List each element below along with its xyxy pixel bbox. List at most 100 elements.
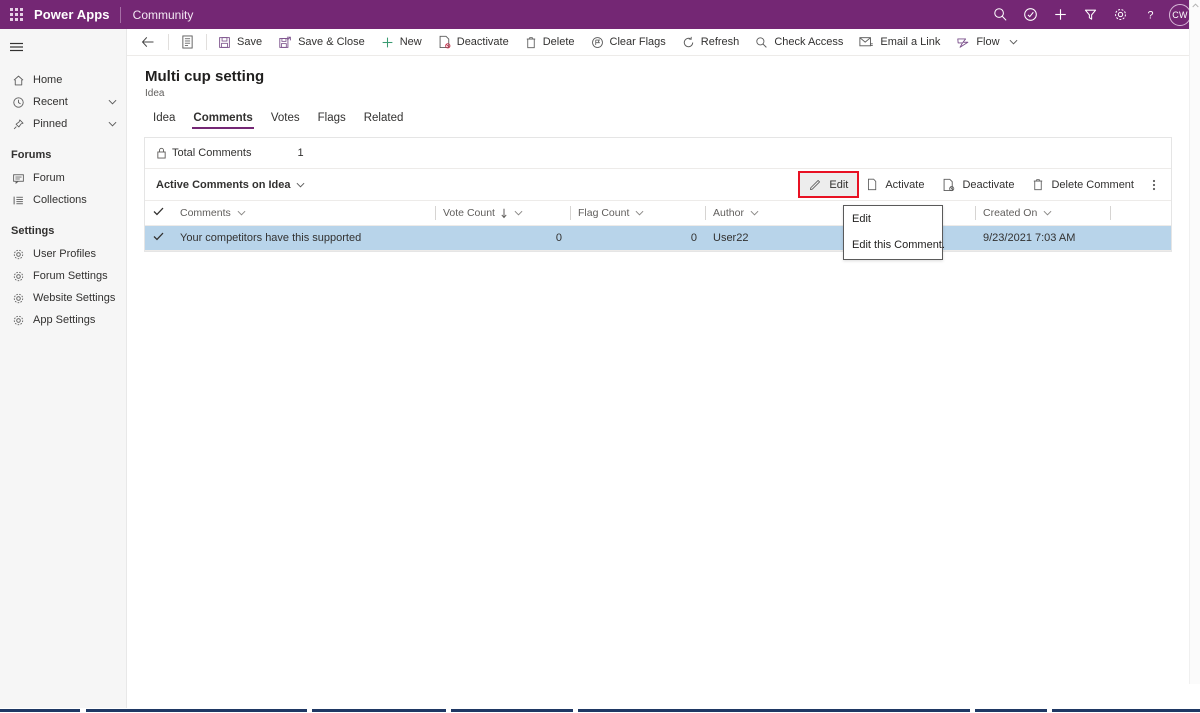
delete-comment-button[interactable]: Delete Comment bbox=[1023, 173, 1143, 196]
sidebar-item-forum[interactable]: Forum bbox=[0, 167, 126, 189]
tab-comments[interactable]: Comments bbox=[184, 110, 261, 129]
sidebar-item-app-settings[interactable]: App Settings bbox=[0, 309, 126, 331]
chevron-down-icon[interactable] bbox=[106, 99, 118, 105]
gear-icon[interactable] bbox=[1105, 0, 1135, 29]
sidebar-item-user-profiles[interactable]: User Profiles bbox=[0, 243, 126, 265]
table-header-row: Comments Vote Count Flag Count Author Cr… bbox=[145, 200, 1171, 226]
trash-icon bbox=[525, 36, 537, 49]
sidebar-item-label: Forum bbox=[33, 172, 65, 184]
tab-related[interactable]: Related bbox=[355, 110, 413, 129]
email-link-icon bbox=[859, 36, 874, 48]
save-and-close-button[interactable]: Save & Close bbox=[270, 29, 373, 56]
deactivate-button[interactable]: Deactivate bbox=[430, 29, 517, 56]
main-content: Save Save & Close New Deactivate Delete … bbox=[127, 0, 1200, 713]
grid-command-label: Deactivate bbox=[962, 178, 1015, 191]
save-close-icon bbox=[278, 36, 292, 49]
grid-command-label: Delete Comment bbox=[1051, 178, 1134, 191]
chevron-down-icon[interactable] bbox=[1043, 210, 1052, 216]
flow-icon bbox=[956, 36, 970, 49]
comments-table: Comments Vote Count Flag Count Author Cr… bbox=[145, 200, 1171, 251]
column-header-comments[interactable]: Comments bbox=[172, 200, 435, 226]
sidebar-item-label: Website Settings bbox=[33, 292, 116, 304]
cell-comment: Your competitors have this supported bbox=[172, 225, 435, 251]
tab-votes[interactable]: Votes bbox=[262, 110, 309, 129]
entity-name: Idea bbox=[145, 88, 165, 99]
brand-label: Power Apps bbox=[34, 7, 110, 22]
command-label: Clear Flags bbox=[609, 36, 666, 48]
column-header-created-on[interactable]: Created On bbox=[975, 200, 1110, 226]
table-row[interactable]: Your competitors have this supported 0 0… bbox=[145, 225, 1171, 251]
flow-button[interactable]: Flow bbox=[948, 29, 1025, 56]
chevron-down-icon[interactable] bbox=[750, 210, 759, 216]
avatar[interactable]: CW bbox=[1169, 3, 1191, 26]
collections-icon bbox=[10, 192, 26, 208]
chevron-down-icon[interactable] bbox=[635, 210, 644, 216]
app-body: Home Recent Pinned Forums Forum Collecti… bbox=[0, 0, 1200, 713]
sidebar-item-forum-settings[interactable]: Forum Settings bbox=[0, 265, 126, 287]
view-selector[interactable]: Active Comments on Idea bbox=[156, 179, 305, 191]
sidebar-item-label: Collections bbox=[33, 194, 87, 206]
new-button[interactable]: New bbox=[373, 29, 430, 56]
column-header-vote-count[interactable]: Vote Count bbox=[435, 200, 570, 226]
scroll-up-arrow-icon[interactable] bbox=[1190, 3, 1200, 8]
chevron-down-icon[interactable] bbox=[296, 182, 305, 188]
chevron-down-icon[interactable] bbox=[237, 210, 246, 216]
form-selector-button[interactable] bbox=[172, 29, 203, 56]
total-comments-field: Total Comments bbox=[156, 147, 251, 159]
sidebar-item-label: Pinned bbox=[33, 118, 68, 130]
sidebar-item-label: Recent bbox=[33, 96, 68, 108]
trash-icon bbox=[1032, 178, 1044, 191]
vertical-scrollbar[interactable] bbox=[1189, 0, 1200, 684]
horizontal-scrollbar[interactable] bbox=[0, 708, 1200, 713]
email-a-link-button[interactable]: Email a Link bbox=[851, 29, 948, 56]
refresh-icon bbox=[682, 36, 695, 49]
save-button[interactable]: Save bbox=[210, 29, 270, 56]
sort-descending-icon bbox=[500, 208, 508, 219]
help-icon[interactable]: ? bbox=[1135, 0, 1165, 29]
select-all-checkbox[interactable] bbox=[145, 200, 172, 226]
sidebar-item-pinned[interactable]: Pinned bbox=[0, 113, 126, 135]
row-checkbox[interactable] bbox=[145, 225, 172, 251]
chevron-down-icon[interactable] bbox=[514, 210, 523, 216]
search-icon[interactable] bbox=[985, 0, 1015, 29]
sidebar-item-recent[interactable]: Recent bbox=[0, 91, 126, 113]
assistant-icon[interactable] bbox=[1015, 0, 1045, 29]
gear-icon bbox=[10, 312, 26, 328]
activate-button[interactable]: Activate bbox=[857, 173, 933, 196]
plus-icon[interactable] bbox=[1045, 0, 1075, 29]
back-button[interactable] bbox=[131, 29, 165, 56]
delete-button[interactable]: Delete bbox=[517, 29, 583, 56]
check-access-button[interactable]: Check Access bbox=[747, 29, 851, 56]
app-name-label: Community bbox=[132, 7, 194, 22]
filter-icon[interactable] bbox=[1075, 0, 1105, 29]
gear-icon bbox=[10, 246, 26, 262]
total-comments-label: Total Comments bbox=[172, 147, 252, 159]
sidebar-item-collections[interactable]: Collections bbox=[0, 189, 126, 211]
header-actions: ? CW bbox=[985, 0, 1194, 29]
lock-icon bbox=[156, 147, 167, 159]
tab-idea[interactable]: Idea bbox=[144, 110, 184, 129]
deactivate-button[interactable]: Deactivate bbox=[933, 173, 1023, 196]
tooltip-title: Edit bbox=[852, 213, 871, 225]
app-launcher-icon[interactable] bbox=[0, 0, 32, 29]
total-comments-value: 1 bbox=[297, 147, 304, 159]
edit-button[interactable]: Edit bbox=[798, 171, 860, 198]
chevron-down-icon[interactable] bbox=[1009, 39, 1018, 45]
sidebar-group-title-settings: Settings bbox=[11, 225, 55, 237]
sidebar: Home Recent Pinned Forums Forum Collecti… bbox=[0, 29, 127, 713]
command-label: Refresh bbox=[700, 36, 740, 48]
clear-flags-icon bbox=[591, 36, 604, 49]
sidebar-item-home[interactable]: Home bbox=[0, 69, 126, 91]
column-header-flag-count[interactable]: Flag Count bbox=[570, 200, 705, 226]
view-selector-label: Active Comments on Idea bbox=[156, 178, 291, 191]
refresh-button[interactable]: Refresh bbox=[674, 29, 748, 56]
site-map-toggle-icon[interactable] bbox=[0, 33, 126, 61]
overflow-menu-icon[interactable] bbox=[1143, 173, 1165, 196]
chevron-down-icon[interactable] bbox=[106, 121, 118, 127]
grid-command-label: Activate bbox=[885, 178, 925, 191]
sidebar-item-website-settings[interactable]: Website Settings bbox=[0, 287, 126, 309]
column-header-filler bbox=[1110, 200, 1171, 226]
plus-icon bbox=[381, 36, 394, 49]
tab-flags[interactable]: Flags bbox=[309, 110, 355, 129]
clear-flags-button[interactable]: Clear Flags bbox=[583, 29, 674, 56]
